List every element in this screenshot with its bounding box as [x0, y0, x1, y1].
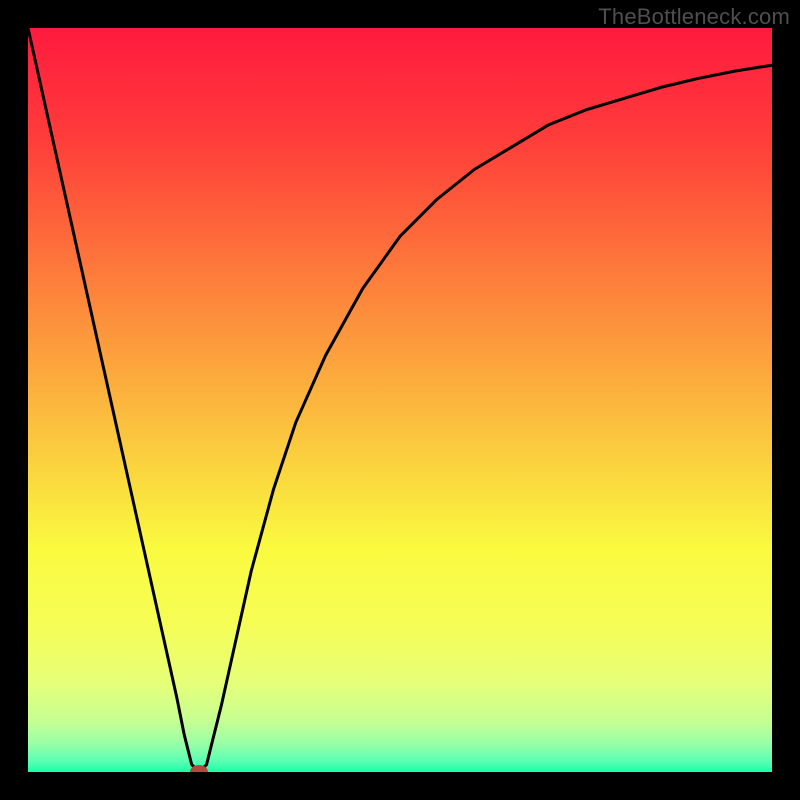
minimum-marker [190, 765, 208, 772]
plot-area [28, 28, 772, 772]
chart-frame: TheBottleneck.com [0, 0, 800, 800]
watermark-text: TheBottleneck.com [598, 4, 790, 30]
bottleneck-curve [28, 28, 772, 772]
